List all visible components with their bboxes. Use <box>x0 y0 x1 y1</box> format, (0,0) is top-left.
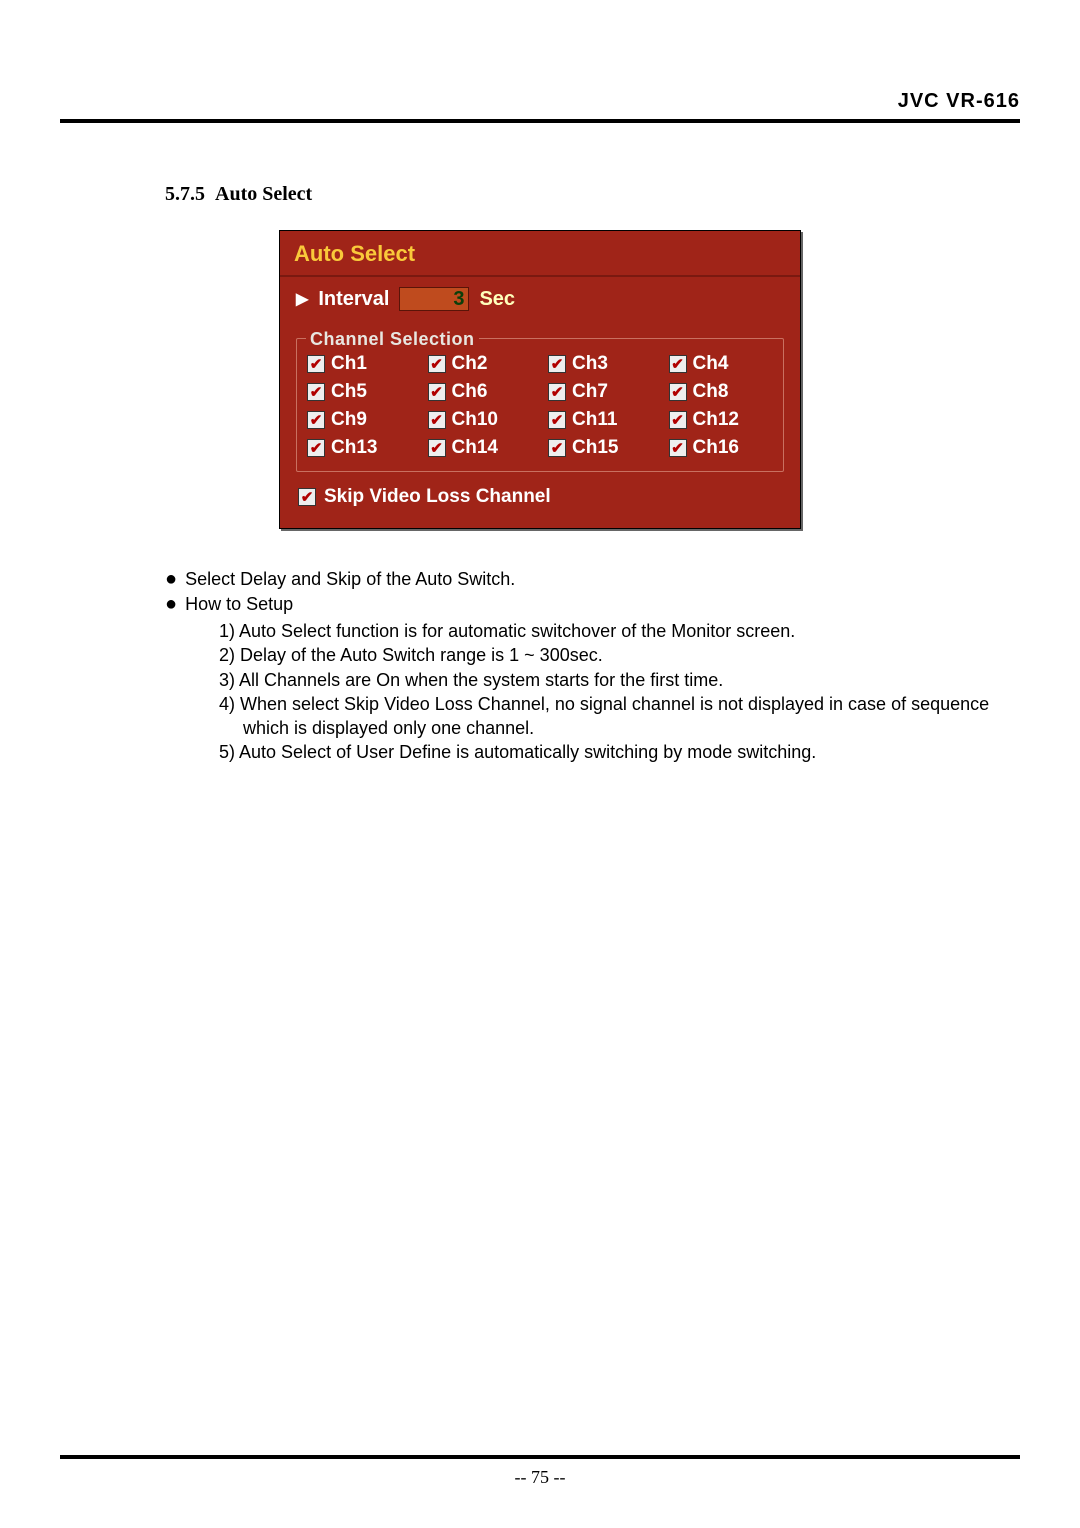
checkmark-icon: ✔ <box>307 439 325 457</box>
channel-checkbox-ch7[interactable]: ✔ Ch7 <box>548 381 653 403</box>
section-title: Auto Select <box>215 183 312 205</box>
channel-label: Ch10 <box>452 409 498 431</box>
channel-label: Ch1 <box>331 353 367 375</box>
channel-checkbox-ch3[interactable]: ✔ Ch3 <box>548 353 653 375</box>
bullet-icon: ● <box>165 594 177 614</box>
panel-title: Auto Select <box>280 231 800 277</box>
channel-checkbox-ch2[interactable]: ✔ Ch2 <box>428 353 533 375</box>
setup-step: 5) Auto Select of User Define is automat… <box>219 740 1020 764</box>
checkmark-icon: ✔ <box>428 355 446 373</box>
bullet-text: Select Delay and Skip of the Auto Switch… <box>185 569 515 590</box>
description-text: ● Select Delay and Skip of the Auto Swit… <box>165 565 1020 765</box>
channel-checkbox-ch11[interactable]: ✔ Ch11 <box>548 409 653 431</box>
setup-steps: 1) Auto Select function is for automatic… <box>219 619 1020 765</box>
setup-step: 1) Auto Select function is for automatic… <box>219 619 1020 643</box>
interval-unit: Sec <box>479 288 515 311</box>
channel-checkbox-ch9[interactable]: ✔ Ch9 <box>307 409 412 431</box>
channel-label: Ch6 <box>452 381 488 403</box>
checkmark-icon: ✔ <box>548 355 566 373</box>
channel-checkbox-ch8[interactable]: ✔ Ch8 <box>669 381 774 403</box>
channel-label: Ch12 <box>693 409 739 431</box>
checkmark-icon: ✔ <box>307 383 325 401</box>
skip-label: Skip Video Loss Channel <box>324 486 551 508</box>
checkmark-icon: ✔ <box>548 383 566 401</box>
checkmark-icon: ✔ <box>428 411 446 429</box>
device-name: JVC VR-616 <box>898 90 1020 113</box>
header-row: JVC VR-616 <box>60 90 1020 119</box>
checkmark-icon: ✔ <box>548 411 566 429</box>
channel-label: Ch7 <box>572 381 608 403</box>
auto-select-panel: Auto Select ▶ Interval 3 Sec Channel Sel… <box>279 230 801 529</box>
interval-label: Interval <box>318 288 389 311</box>
bullet-text: How to Setup <box>185 594 293 615</box>
setup-step: 3) All Channels are On when the system s… <box>219 668 1020 692</box>
channel-label: Ch4 <box>693 353 729 375</box>
osd-screenshot: Auto Select ▶ Interval 3 Sec Channel Sel… <box>60 230 1020 529</box>
channel-label: Ch15 <box>572 437 618 459</box>
channel-selection-group: ✔Ch1 ✔Ch2 ✔Ch3 ✔Ch4 ✔Ch5 ✔Ch6 ✔Ch7 ✔Ch8 … <box>296 338 784 472</box>
bullet-icon: ● <box>165 569 177 589</box>
checkmark-icon: ✔ <box>669 383 687 401</box>
footer-rule <box>60 1455 1020 1459</box>
checkmark-icon: ✔ <box>428 439 446 457</box>
channel-label: Ch11 <box>572 409 617 431</box>
header-rule <box>60 119 1020 123</box>
channel-label: Ch13 <box>331 437 377 459</box>
section-heading: 5.7.5 Auto Select <box>165 183 1020 206</box>
checkmark-icon: ✔ <box>428 383 446 401</box>
channel-checkbox-ch16[interactable]: ✔ Ch16 <box>669 437 774 459</box>
setup-step: 4) When select Skip Video Loss Channel, … <box>219 692 1020 741</box>
cursor-arrow-icon: ▶ <box>296 289 308 309</box>
page-number: -- 75 -- <box>60 1467 1020 1488</box>
channel-checkbox-ch14[interactable]: ✔ Ch14 <box>428 437 533 459</box>
channel-checkbox-ch13[interactable]: ✔ Ch13 <box>307 437 412 459</box>
channel-label: Ch5 <box>331 381 367 403</box>
checkmark-icon: ✔ <box>669 439 687 457</box>
channel-label: Ch14 <box>452 437 498 459</box>
page: JVC VR-616 5.7.5 Auto Select Auto Select… <box>0 0 1080 1528</box>
channel-checkbox-ch15[interactable]: ✔ Ch15 <box>548 437 653 459</box>
channel-label: Ch3 <box>572 353 608 375</box>
channel-label: Ch2 <box>452 353 488 375</box>
checkmark-icon: ✔ <box>548 439 566 457</box>
interval-input[interactable]: 3 <box>399 287 469 311</box>
panel-body: ▶ Interval 3 Sec Channel Selection ✔Ch1 … <box>280 277 800 528</box>
footer: -- 75 -- <box>60 1455 1020 1488</box>
checkmark-icon: ✔ <box>669 411 687 429</box>
channel-checkbox-ch6[interactable]: ✔ Ch6 <box>428 381 533 403</box>
section-number: 5.7.5 <box>165 183 205 205</box>
channel-label: Ch8 <box>693 381 729 403</box>
skip-video-loss-checkbox[interactable]: ✔ Skip Video Loss Channel <box>296 472 784 512</box>
channel-checkbox-ch12[interactable]: ✔ Ch12 <box>669 409 774 431</box>
checkmark-icon: ✔ <box>298 488 316 506</box>
checkmark-icon: ✔ <box>307 411 325 429</box>
channel-grid: ✔Ch1 ✔Ch2 ✔Ch3 ✔Ch4 ✔Ch5 ✔Ch6 ✔Ch7 ✔Ch8 … <box>307 353 773 459</box>
channel-selection-label: Channel Selection <box>306 329 479 350</box>
channel-checkbox-ch4[interactable]: ✔ Ch4 <box>669 353 774 375</box>
setup-step: 2) Delay of the Auto Switch range is 1 ~… <box>219 643 1020 667</box>
bullet-line-1: ● Select Delay and Skip of the Auto Swit… <box>165 569 1020 590</box>
channel-checkbox-ch5[interactable]: ✔ Ch5 <box>307 381 412 403</box>
interval-row: ▶ Interval 3 Sec <box>296 287 784 311</box>
checkmark-icon: ✔ <box>669 355 687 373</box>
channel-checkbox-ch10[interactable]: ✔ Ch10 <box>428 409 533 431</box>
checkmark-icon: ✔ <box>307 355 325 373</box>
channel-checkbox-ch1[interactable]: ✔ Ch1 <box>307 353 412 375</box>
bullet-line-2: ● How to Setup <box>165 594 1020 615</box>
channel-label: Ch9 <box>331 409 367 431</box>
channel-label: Ch16 <box>693 437 739 459</box>
